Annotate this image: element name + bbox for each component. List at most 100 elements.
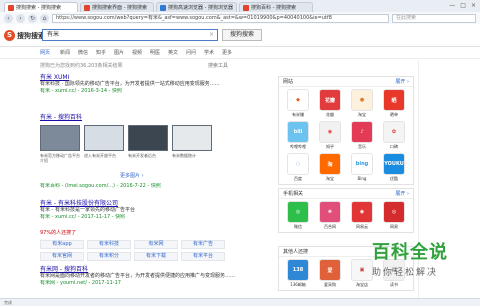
nav-english[interactable]: 英文 bbox=[168, 49, 178, 56]
nav-web[interactable]: 网页 bbox=[40, 49, 50, 56]
thumbnail-caption: 有米数据统计 bbox=[172, 153, 196, 158]
app-icon: 138 bbox=[287, 259, 309, 281]
nav-more[interactable]: 更多 bbox=[222, 49, 232, 56]
app-name: 淘宝 bbox=[358, 112, 366, 117]
back-icon[interactable]: ‹ bbox=[4, 13, 13, 23]
related-search-link[interactable]: 有米科技 bbox=[87, 240, 131, 249]
app-icon: ▣ bbox=[351, 259, 373, 281]
result-thumbnail[interactable] bbox=[128, 125, 168, 151]
clear-icon[interactable]: × bbox=[209, 30, 214, 40]
result-url[interactable]: 有米 - xumi.cc/ - 2017-11-17 - 快照 bbox=[40, 214, 238, 221]
nav-images[interactable]: 图片 bbox=[114, 49, 124, 56]
more-images-link[interactable]: 更多图片 › bbox=[120, 172, 144, 179]
search-button[interactable]: 搜狗搜索 bbox=[222, 29, 262, 41]
tab-label: 搜狗百科 - 搜狗搜索 bbox=[250, 5, 296, 11]
app-tile[interactable]: ◉ 知乎 bbox=[314, 121, 346, 150]
sogou-favicon-icon bbox=[8, 4, 14, 11]
app-tile[interactable]: bili 哔哩哔哩 bbox=[282, 121, 314, 150]
app-name: 读书 bbox=[390, 282, 398, 287]
app-icon: ◌ bbox=[287, 153, 309, 175]
url-field[interactable]: https://www.sogou.com/web?query=有米&_asf=… bbox=[52, 13, 389, 23]
browser-favicon-icon bbox=[160, 4, 166, 11]
result-thumbnail[interactable] bbox=[172, 125, 212, 151]
nav-video[interactable]: 视频 bbox=[132, 49, 142, 56]
browser-tab-4[interactable]: 搜狗百科 - 搜狗搜索 bbox=[238, 2, 313, 12]
thumbnail-caption: 有米官方移动广告平台介绍 bbox=[40, 153, 80, 163]
close-button[interactable]: × bbox=[471, 2, 476, 9]
result-url[interactable]: 有米 - xumi.cc/ - 2016-3-14 - 快照 bbox=[40, 88, 238, 95]
related-search-link[interactable]: 有米积分 bbox=[87, 252, 131, 261]
result-thumbnail[interactable] bbox=[40, 125, 80, 151]
watermark-main: 百科全说 bbox=[372, 242, 448, 263]
search-result: 有米网 - 搜狗百科 有米网是面向移动开发者的移动广告平台，为开发者提供便捷的应… bbox=[40, 264, 238, 287]
app-name: 晒单 bbox=[390, 112, 398, 117]
related-search-link[interactable]: 有米广告 bbox=[181, 240, 225, 249]
related-search-link[interactable]: 有米官网 bbox=[40, 252, 84, 261]
result-thumbnail[interactable] bbox=[84, 125, 124, 151]
nav-news[interactable]: 新闻 bbox=[60, 49, 70, 56]
app-tile[interactable]: 淘淘宝 bbox=[314, 153, 346, 182]
related-heading: 97%的人还搜了 bbox=[40, 230, 238, 237]
panel-title: 手机相关 bbox=[283, 191, 304, 197]
app-tile[interactable]: bing Bing bbox=[346, 153, 378, 182]
browser-tab-2[interactable]: 搜狗搜索界面 - 搜狗搜索 bbox=[80, 2, 154, 12]
related-search-link[interactable]: 有米app bbox=[40, 240, 84, 249]
app-icon: ● bbox=[351, 89, 373, 111]
app-icon: ◎ bbox=[287, 201, 309, 223]
browser-tab-1[interactable]: 搜狗搜索 - 搜狗搜索 bbox=[4, 2, 78, 12]
app-tile[interactable]: YOUKU 优酷 bbox=[378, 153, 410, 182]
app-tile[interactable]: ♪ 音乐 bbox=[346, 121, 378, 150]
tab-label: 搜狗高速浏览器 - 搜狗浏览器 bbox=[168, 5, 233, 11]
related-search-link[interactable]: 有米网 bbox=[134, 240, 178, 249]
browser-chrome: 搜狗搜索 - 搜狗搜索 搜狗搜索界面 - 搜狗搜索 搜狗高速浏览器 - 搜狗浏览… bbox=[0, 0, 480, 24]
app-tile[interactable]: 花瓣 花瓣 bbox=[314, 89, 346, 118]
nav-weixin[interactable]: 微信 bbox=[78, 49, 88, 56]
app-tile[interactable]: ◌ 百度 bbox=[282, 153, 314, 182]
refresh-icon[interactable]: ↻ bbox=[28, 13, 37, 23]
search-input[interactable]: 有米 × bbox=[42, 29, 218, 41]
maximize-button[interactable]: □ bbox=[460, 2, 466, 9]
nav-scholar[interactable]: 学术 bbox=[204, 49, 214, 56]
app-tile[interactable]: ◆ 有米赚 bbox=[282, 89, 314, 118]
panel-expand-link[interactable]: 展开 › bbox=[395, 189, 409, 199]
minimize-button[interactable]: — bbox=[449, 2, 455, 9]
result-title[interactable]: 有米 XUMI bbox=[40, 72, 238, 81]
search-tools-button[interactable]: 搜索工具 bbox=[208, 62, 228, 69]
browser-search-field[interactable]: 在此搜索 bbox=[392, 13, 476, 23]
result-url[interactable]: 有米网 - youmi.net/ - 2017-11-17 bbox=[40, 280, 238, 287]
app-name: 百合网 bbox=[324, 224, 336, 229]
nav-medical[interactable]: 明医 bbox=[150, 49, 160, 56]
tab-bar: 搜狗搜索 - 搜狗搜索 搜狗搜索界面 - 搜狗搜索 搜狗高速浏览器 - 搜狗浏览… bbox=[0, 0, 480, 12]
browser-tab-3[interactable]: 搜狗高速浏览器 - 搜狗浏览器 bbox=[156, 2, 237, 12]
panel-title: 其他人还搜 bbox=[283, 249, 309, 255]
nav-zhihu[interactable]: 知乎 bbox=[96, 49, 106, 56]
app-tile[interactable]: ◉ 网易云 bbox=[346, 201, 378, 230]
sogou-logo[interactable]: S 搜狗搜索 bbox=[4, 30, 45, 41]
result-title[interactable]: 有米网 - 搜狗百科 bbox=[40, 264, 238, 273]
panel-expand-link[interactable]: 展开 › bbox=[395, 77, 409, 87]
app-tile[interactable]: 138 136邮箱 bbox=[282, 259, 314, 288]
home-icon[interactable]: ⌂ bbox=[40, 13, 49, 23]
address-bar: ‹ › ↻ ⌂ https://www.sogou.com/web?query=… bbox=[0, 12, 480, 24]
app-tile[interactable]: ✿ 口碑 bbox=[378, 121, 410, 150]
result-url[interactable]: 有米百科 - (lmei.sogou.com/...) - 2016-7-22 … bbox=[40, 183, 238, 190]
tab-label: 搜狗搜索界面 - 搜狗搜索 bbox=[92, 5, 147, 11]
app-tile[interactable]: 爱爱采购 bbox=[314, 259, 346, 288]
app-tile[interactable]: ◎ 网易 bbox=[378, 201, 410, 230]
app-tile[interactable]: 晒晒单 bbox=[378, 89, 410, 118]
app-icon: bili bbox=[287, 121, 309, 143]
baike-source: 有米百科 - (lmei.sogou.com/...) - 2016-7-22 … bbox=[40, 183, 238, 190]
nav-wenwen[interactable]: 问问 bbox=[186, 49, 196, 56]
related-search-link[interactable]: 有米平台 bbox=[181, 252, 225, 261]
app-tile[interactable]: ❀ 百合网 bbox=[314, 201, 346, 230]
app-name: 音乐 bbox=[358, 144, 366, 149]
app-icon: ◉ bbox=[319, 121, 341, 143]
forward-icon[interactable]: › bbox=[16, 13, 25, 23]
result-title[interactable]: 有米 - 有米科技股份有限公司 bbox=[40, 198, 238, 207]
related-search-link[interactable]: 有米下载 bbox=[134, 252, 178, 261]
app-name: 百度 bbox=[294, 176, 302, 181]
app-tile[interactable]: ● 淘宝 bbox=[346, 89, 378, 118]
result-title[interactable]: 有米 - 搜狗百科 bbox=[40, 112, 238, 121]
search-result: 有米 - 搜狗百科 bbox=[40, 112, 238, 121]
app-tile[interactable]: ◎ 微信 bbox=[282, 201, 314, 230]
